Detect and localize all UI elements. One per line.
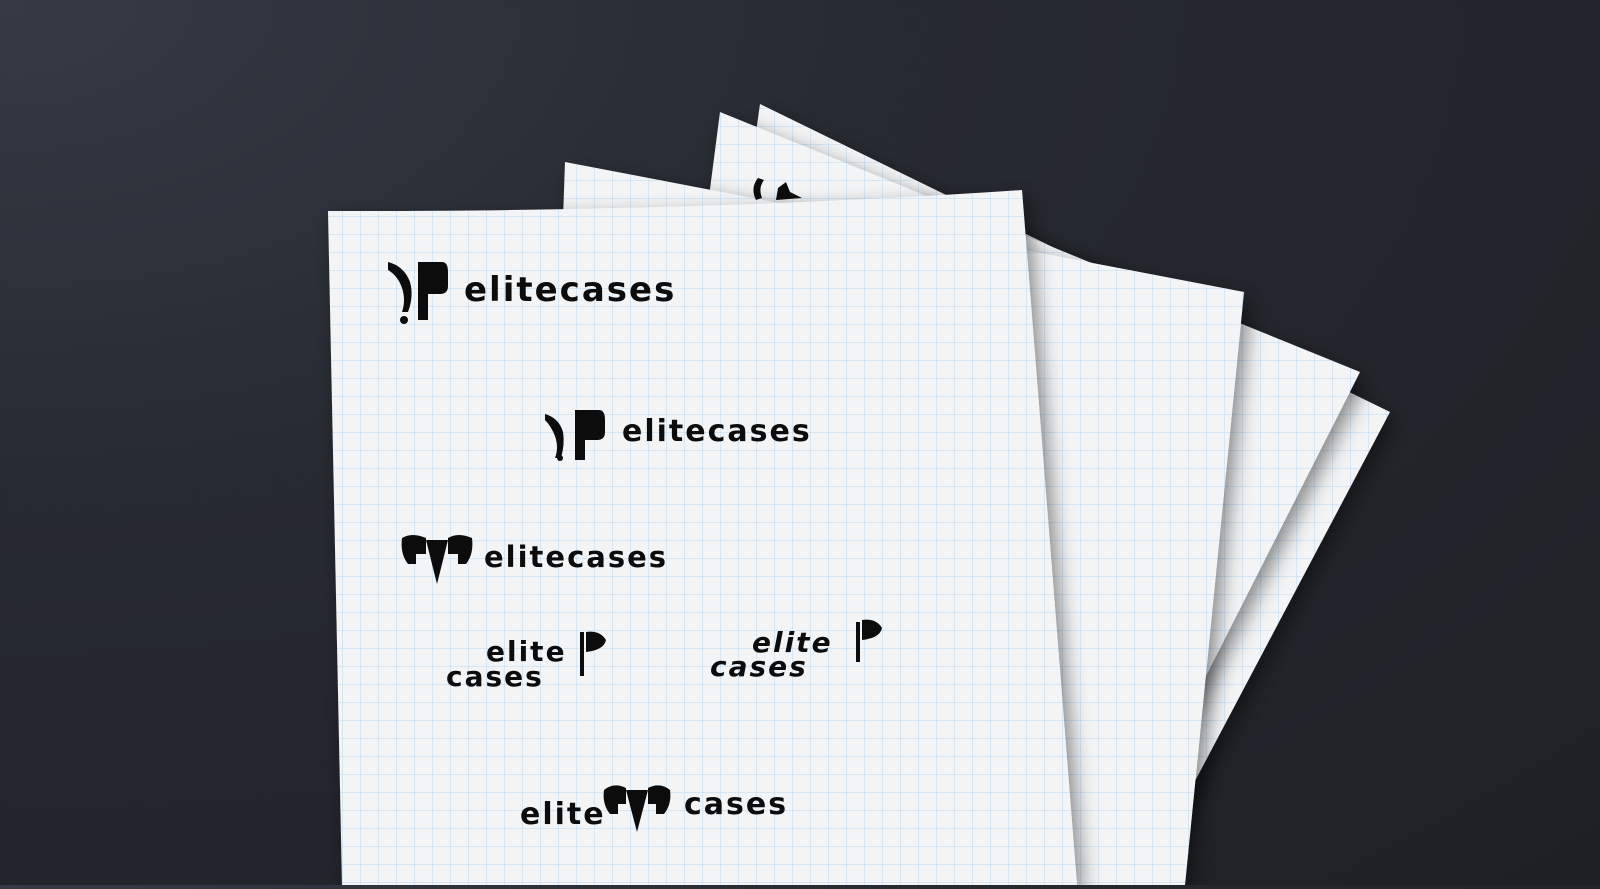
stacked-wordmark-1-line2: cases	[446, 660, 544, 693]
wordmark-2: elitecases	[622, 414, 812, 449]
front-sheet	[328, 190, 1077, 885]
wordmark-6-right: cases	[684, 787, 789, 822]
wordmark-3: elitecases	[484, 540, 669, 574]
stacked-wordmark-2-line2: cases	[710, 650, 808, 683]
wordmark-1: elitecases	[464, 270, 677, 310]
wordmark-6-left: elite	[520, 797, 606, 832]
paper-stack-scene: elitecases elitecases elitecases elite c…	[0, 0, 1600, 885]
